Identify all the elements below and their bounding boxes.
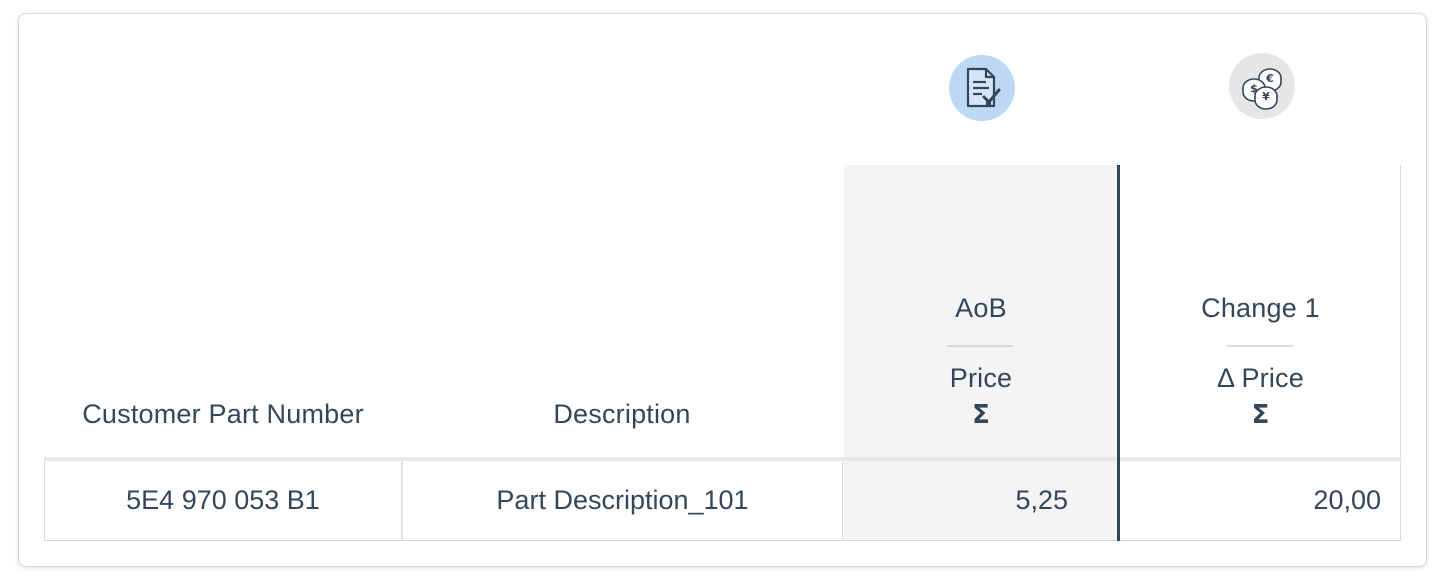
document-check-icon[interactable] xyxy=(949,55,1015,121)
header-aob-rule xyxy=(947,345,1013,347)
svg-text:¥: ¥ xyxy=(1262,90,1270,103)
header-aob-sum: Σ xyxy=(972,400,990,430)
header-change-title: Change 1 xyxy=(1201,293,1320,323)
price-comparison-card: € $ ¥ Customer Part Number Description A… xyxy=(18,13,1427,567)
cell-aob-price: 5,25 xyxy=(843,461,1118,540)
header-aob-title: AoB xyxy=(955,293,1007,323)
svg-text:€: € xyxy=(1265,72,1274,85)
column-group-divider xyxy=(1117,165,1120,541)
coins-currency-icon[interactable]: € $ ¥ xyxy=(1229,53,1295,119)
header-change-rule xyxy=(1227,345,1293,347)
cell-customer-part-number: 5E4 970 053 B1 xyxy=(45,461,403,540)
cell-change-price: 20,00 xyxy=(1313,485,1381,515)
header-change-delta-price[interactable]: Δ Price xyxy=(1120,363,1401,394)
svg-text:$: $ xyxy=(1250,82,1258,95)
header-change-sum: Σ xyxy=(1251,400,1270,430)
table-row[interactable]: 5E4 970 053 B1 Part Description_101 5,25… xyxy=(44,461,1401,541)
header-description[interactable]: Description xyxy=(402,399,842,430)
header-customer-part-number[interactable]: Customer Part Number xyxy=(44,399,402,430)
cell-description: Part Description_101 xyxy=(403,461,843,540)
header-aob-price[interactable]: Price xyxy=(844,363,1118,394)
